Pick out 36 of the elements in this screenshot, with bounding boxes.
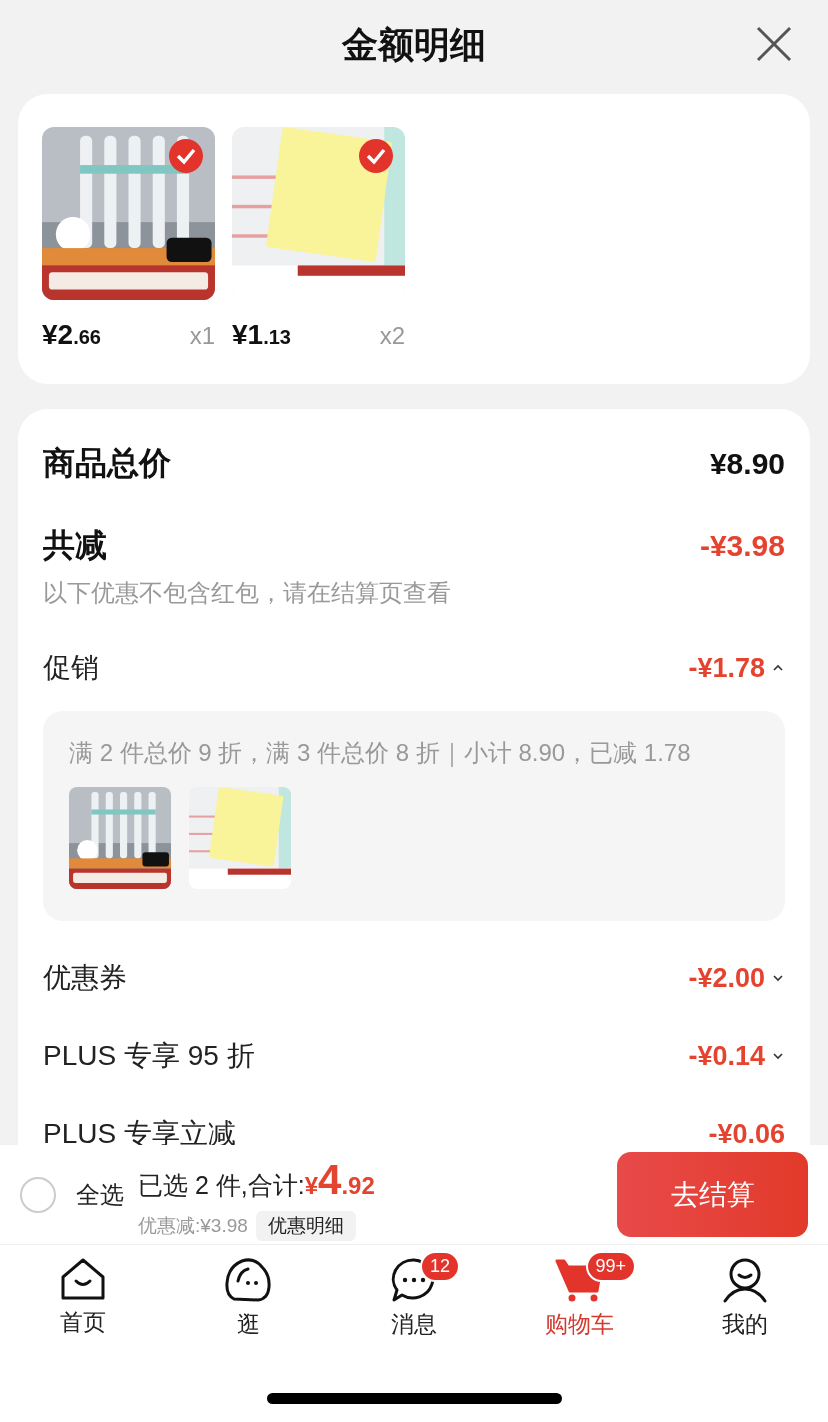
blob-face-icon <box>224 1257 273 1303</box>
product-price: ¥2.66 <box>42 318 101 352</box>
close-button[interactable] <box>754 24 794 64</box>
selected-count: 已选 2 件,合计: <box>138 1169 305 1201</box>
quantity-label: x2 <box>379 321 405 351</box>
checkmark-icon[interactable] <box>359 139 393 173</box>
notification-badge: 12 <box>420 1251 460 1282</box>
discount-label: PLUS 专享 95 折 <box>43 1039 255 1073</box>
discount-amount: -¥0.06 <box>708 1117 785 1151</box>
notification-badge: 99+ <box>585 1251 637 1282</box>
reduce-label: 共减 <box>43 526 107 565</box>
tab-bar-item[interactable]: 首页 <box>0 1257 166 1347</box>
select-all-checkbox[interactable] <box>20 1176 56 1213</box>
reduce-value: -¥3.98 <box>699 527 785 564</box>
discount-detail-button[interactable]: 优惠明细 <box>255 1210 356 1242</box>
discount-label: PLUS 专享立减 <box>43 1117 236 1151</box>
quantity-label: x1 <box>189 321 215 351</box>
total-value: ¥8.90 <box>709 445 785 482</box>
total-amount: ¥4.92 <box>304 1154 375 1205</box>
select-all-label: 全选 <box>76 1179 124 1210</box>
product-price: ¥1.13 <box>232 318 291 352</box>
discount-amount: -¥0.14 <box>688 1039 765 1073</box>
checkmark-icon[interactable] <box>169 139 203 173</box>
promotion-text: 满 2 件总价 9 折，满 3 件总价 8 折｜小计 8.90，已减 1.78 <box>69 738 692 769</box>
tab-bar-item[interactable]: 逛 <box>165 1257 332 1347</box>
total-label: 商品总价 <box>43 444 171 483</box>
discount-label: 优惠券 <box>43 961 127 995</box>
discount-note: 以下优惠不包含红包，请在结算页查看 <box>43 578 452 608</box>
tab-bar-item[interactable]: 我的 <box>662 1257 828 1347</box>
saved-amount: 优惠减:¥3.98 <box>138 1213 248 1238</box>
discount-amount: -¥2.00 <box>688 961 765 995</box>
discount-amount: -¥1.78 <box>688 651 765 685</box>
page-title: 金额明细 <box>342 23 486 67</box>
close-icon <box>754 24 794 64</box>
checkout-button[interactable]: 去结算 <box>617 1152 808 1237</box>
discount-label: 促销 <box>43 651 99 685</box>
